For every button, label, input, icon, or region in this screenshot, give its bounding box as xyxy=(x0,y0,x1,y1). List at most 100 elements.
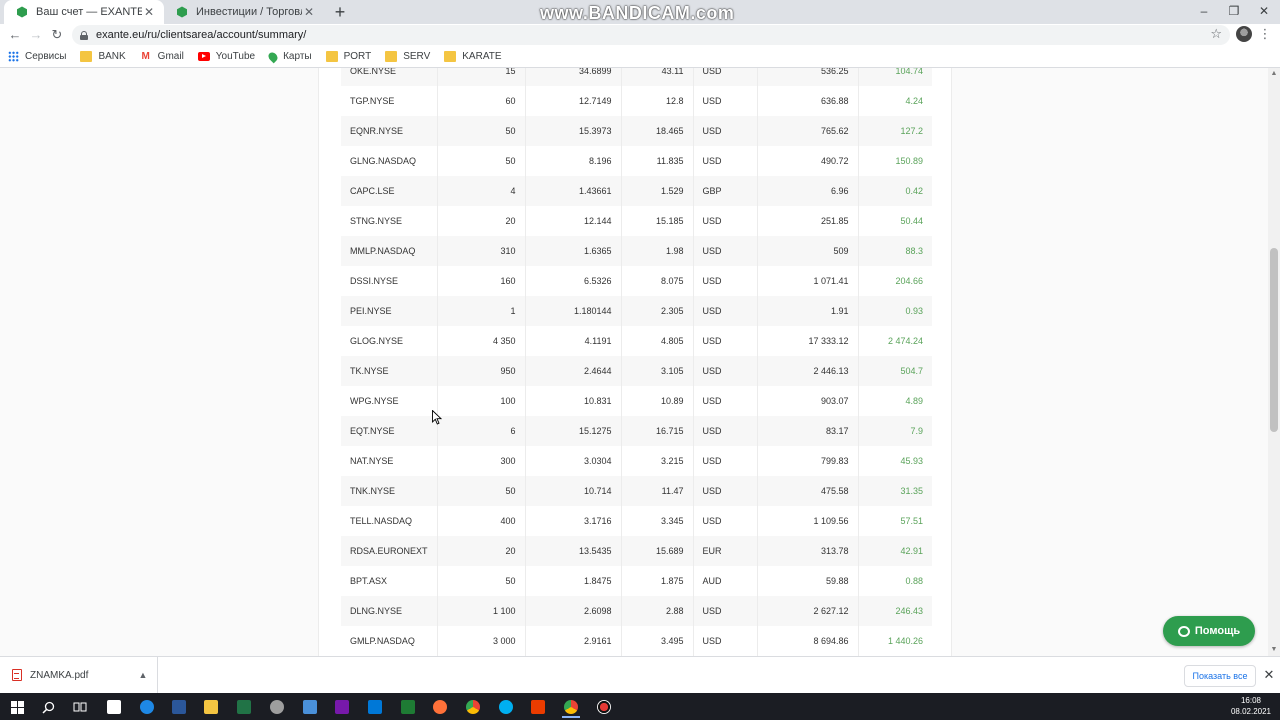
word-icon[interactable] xyxy=(168,696,190,718)
table-row[interactable]: TNK.NYSE 50 10.714 11.47 USD 475.58 31.35 xyxy=(341,476,932,506)
current-price-cell: 15.185 xyxy=(621,206,694,236)
table-row[interactable]: MMLP.NASDAQ 310 1.6365 1.98 USD 509 88.3 xyxy=(341,236,932,266)
scroll-up-icon[interactable]: ▲ xyxy=(1268,68,1280,80)
download-item[interactable]: ZNAMKA.pdf ▲ xyxy=(0,657,158,693)
browser-menu-icon[interactable]: ⋮ xyxy=(1258,25,1272,43)
table-row[interactable]: CAPC.LSE 4 1.43661 1.529 GBP 6.96 0.42 xyxy=(341,176,932,206)
table-row[interactable]: GLNG.NASDAQ 50 8.196 11.835 USD 490.72 150.89 xyxy=(341,146,932,176)
restore-window-icon[interactable]: ❐ xyxy=(1218,0,1250,24)
currency-cell: USD xyxy=(693,596,758,626)
table-row[interactable]: TK.NYSE 950 2.4644 3.105 USD 2 446.13 504.7 xyxy=(341,356,932,386)
app-icon[interactable] xyxy=(266,696,288,718)
bookmark-port[interactable]: PORT xyxy=(325,51,371,62)
help-button[interactable]: Помощь xyxy=(1163,616,1255,646)
average-price-cell: 10.714 xyxy=(525,476,622,506)
bookmark-gmail[interactable]: M Gmail xyxy=(140,51,184,62)
help-label: Помощь xyxy=(1194,625,1241,637)
bandicam-watermark: www.BANDICAM.com xyxy=(540,3,735,23)
symbol-cell: PEI.NYSE xyxy=(341,296,438,326)
average-price-cell: 1.43661 xyxy=(525,176,622,206)
firefox-icon[interactable] xyxy=(429,696,451,718)
table-row[interactable]: DLNG.NYSE 1 100 2.6098 2.88 USD 2 627.12 246.4… xyxy=(341,596,932,626)
average-price-cell: 34.6899 xyxy=(525,68,622,86)
table-row[interactable]: OKE.NYSE 15 34.6899 43.11 USD 536.25 104.74 xyxy=(341,68,932,86)
forward-arrow-icon[interactable]: → xyxy=(27,26,45,44)
close-download-bar-icon[interactable]: ✕ xyxy=(1262,666,1276,684)
table-row[interactable]: EQT.NYSE 6 15.1275 16.715 USD 83.17 7.9 xyxy=(341,416,932,446)
table-row[interactable]: NAT.NYSE 300 3.0304 3.215 USD 799.83 45.93 xyxy=(341,446,932,476)
quantity-cell: 400 xyxy=(437,506,526,536)
bookmark-services[interactable]: Сервисы xyxy=(8,51,66,62)
average-price-cell: 12.144 xyxy=(525,206,622,236)
tab-exante-account[interactable]: Ваш счет — EXANTE ✕ xyxy=(4,0,164,24)
quantity-cell: 160 xyxy=(437,266,526,296)
pnl-cell: 2 474.24 xyxy=(858,326,932,356)
bookmark-label: BANK xyxy=(98,51,126,62)
excel-icon[interactable] xyxy=(233,696,255,718)
close-tab-icon[interactable]: ✕ xyxy=(302,5,316,19)
bookmark-star-icon[interactable]: ☆ xyxy=(1210,26,1222,42)
table-row[interactable]: TGP.NYSE 60 12.7149 12.8 USD 636.88 4.24 xyxy=(341,86,932,116)
lynx-icon[interactable] xyxy=(397,696,419,718)
value-cell: 536.25 xyxy=(757,68,859,86)
office-icon[interactable] xyxy=(527,696,549,718)
minimize-window-icon[interactable]: – xyxy=(1188,0,1220,24)
taskbar-clock[interactable]: 16:08 08.02.2021 xyxy=(1226,695,1276,717)
table-row[interactable]: DSSI.NYSE 160 6.5326 8.075 USD 1 071.41 204.66 xyxy=(341,266,932,296)
chrome-icon[interactable] xyxy=(462,696,484,718)
value-cell: 251.85 xyxy=(757,206,859,236)
onenote-icon[interactable] xyxy=(331,696,353,718)
chrome-active-icon[interactable] xyxy=(560,696,582,718)
table-row[interactable]: EQNR.NYSE 50 15.3973 18.465 USD 765.62 127.2 xyxy=(341,116,932,146)
new-tab-button[interactable]: + xyxy=(330,2,350,22)
table-row[interactable]: GLOG.NYSE 4 350 4.1191 4.805 USD 17 333.12 2 4… xyxy=(341,326,932,356)
windows-logo-icon xyxy=(10,700,24,714)
skype-icon[interactable] xyxy=(495,696,517,718)
bandicam-record-icon[interactable] xyxy=(593,696,615,718)
pnl-cell: 0.93 xyxy=(858,296,932,326)
search-icon[interactable] xyxy=(37,696,59,718)
pnl-cell: 4.89 xyxy=(858,386,932,416)
edge-icon[interactable] xyxy=(136,696,158,718)
symbol-cell: EQT.NYSE xyxy=(341,416,438,446)
tab-exante-investments[interactable]: Инвестиции / Торговля — EXAN ✕ xyxy=(164,0,324,24)
start-button[interactable] xyxy=(6,696,28,718)
bookmark-youtube[interactable]: YouTube xyxy=(197,51,255,62)
close-window-icon[interactable]: ✕ xyxy=(1248,0,1280,24)
profile-avatar[interactable] xyxy=(1236,26,1252,42)
table-row[interactable]: PEI.NYSE 1 1.180144 2.305 USD 1.91 0.93 xyxy=(341,296,932,326)
calculator-icon[interactable] xyxy=(299,696,321,718)
symbol-cell: GLOG.NYSE xyxy=(341,326,438,356)
close-tab-icon[interactable]: ✕ xyxy=(142,5,156,19)
page-scrollbar[interactable]: ▲ ▼ xyxy=(1268,68,1280,656)
address-bar[interactable]: exante.eu/ru/clientsarea/account/summary… xyxy=(72,25,1230,45)
pnl-cell: 7.9 xyxy=(858,416,932,446)
bookmark-karate[interactable]: KARATE xyxy=(444,51,502,62)
bookmark-serv[interactable]: SERV xyxy=(385,51,430,62)
scrollbar-thumb[interactable] xyxy=(1270,248,1278,432)
table-row[interactable]: RDSA.EURONEXT 20 13.5435 15.689 EUR 313.78 42.… xyxy=(341,536,932,566)
table-row[interactable]: WPG.NYSE 100 10.831 10.89 USD 903.07 4.89 xyxy=(341,386,932,416)
table-row[interactable]: GMLP.NASDAQ 3 000 2.9161 3.495 USD 8 694.86 1 … xyxy=(341,626,932,656)
mail-icon[interactable] xyxy=(364,696,386,718)
table-row[interactable]: BPT.ASX 50 1.8475 1.875 AUD 59.88 0.88 xyxy=(341,566,932,596)
bookmark-maps[interactable]: Карты xyxy=(266,50,312,63)
show-all-downloads-button[interactable]: Показать все xyxy=(1184,665,1256,687)
store-icon[interactable] xyxy=(103,696,125,718)
chevron-up-icon[interactable]: ▲ xyxy=(135,670,151,680)
scroll-down-icon[interactable]: ▼ xyxy=(1268,644,1280,656)
gmail-icon: M xyxy=(141,51,150,62)
task-view-icon[interactable] xyxy=(69,696,91,718)
table-row[interactable]: STNG.NYSE 20 12.144 15.185 USD 251.85 50.44 xyxy=(341,206,932,236)
value-cell: 313.78 xyxy=(757,536,859,566)
average-price-cell: 1.6365 xyxy=(525,236,622,266)
folder-icon xyxy=(80,51,93,62)
bookmark-bank[interactable]: BANK xyxy=(80,51,126,62)
table-row[interactable]: TELL.NASDAQ 400 3.1716 3.345 USD 1 109.56 57.5… xyxy=(341,506,932,536)
file-explorer-icon[interactable] xyxy=(200,696,222,718)
back-arrow-icon[interactable]: ← xyxy=(6,26,24,44)
reload-icon[interactable]: ↻ xyxy=(48,26,66,44)
pnl-cell: 504.7 xyxy=(858,356,932,386)
pnl-cell: 45.93 xyxy=(858,446,932,476)
current-price-cell: 3.215 xyxy=(621,446,694,476)
